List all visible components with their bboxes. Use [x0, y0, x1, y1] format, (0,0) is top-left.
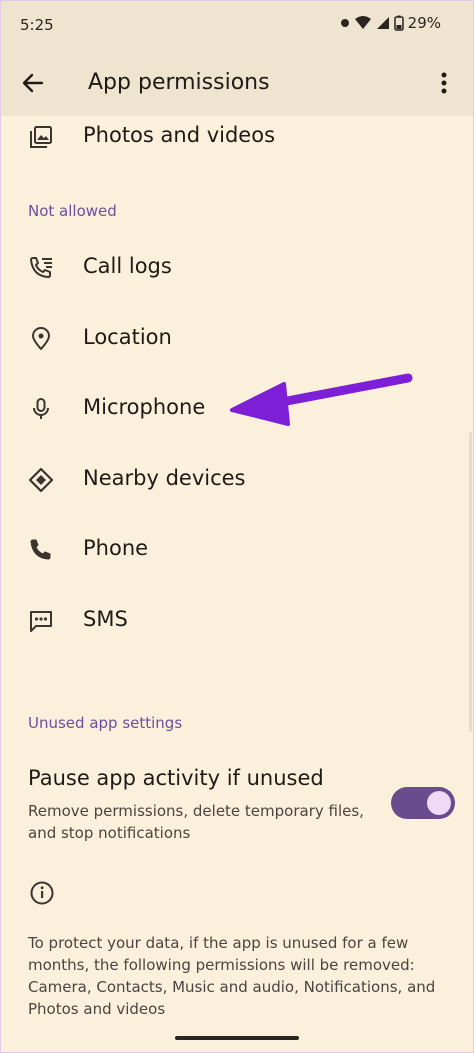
annotation-arrow-icon — [230, 373, 413, 426]
app-bar: App permissions — [0, 52, 474, 116]
sms-icon — [30, 611, 52, 632]
call-log-icon — [30, 257, 52, 278]
info-icon — [30, 881, 54, 905]
permission-item-photos-videos[interactable]: Photos and videos — [0, 109, 474, 165]
location-icon — [32, 327, 50, 350]
cellular-icon — [376, 17, 389, 29]
pause-app-activity-toggle[interactable] — [391, 787, 455, 819]
page-title: App permissions — [88, 70, 270, 95]
battery-percent: 29% — [407, 14, 441, 32]
permission-label: Microphone — [83, 395, 206, 419]
phone-icon — [30, 539, 51, 560]
scrollbar-thumb[interactable] — [469, 432, 472, 732]
nearby-devices-icon — [28, 467, 54, 493]
permission-item-location[interactable]: Location — [0, 311, 474, 367]
status-icons: 29% — [340, 14, 441, 32]
permission-label: Location — [83, 325, 172, 349]
permission-item-call-logs[interactable]: Call logs — [0, 240, 474, 296]
photos-icon — [30, 126, 52, 148]
microphone-icon — [33, 398, 49, 419]
wifi-icon — [354, 16, 371, 29]
permission-label: Photos and videos — [83, 123, 276, 147]
signal-dot-icon — [340, 19, 349, 27]
more-vert-icon — [441, 72, 447, 94]
permission-label: Call logs — [83, 254, 172, 278]
status-bar: 5:25 29% — [0, 0, 474, 52]
back-button[interactable] — [17, 67, 49, 99]
pause-app-activity-title[interactable]: Pause app activity if unused — [28, 766, 324, 790]
section-header-unused-app-settings: Unused app settings — [28, 714, 183, 732]
permission-item-nearby-devices[interactable]: Nearby devices — [0, 452, 474, 508]
info-text: To protect your data, if the app is unus… — [28, 934, 436, 1018]
more-options-button[interactable] — [428, 67, 460, 99]
permission-item-phone[interactable]: Phone — [0, 522, 474, 578]
battery-icon — [393, 15, 404, 31]
permission-label: Nearby devices — [83, 466, 246, 490]
permission-label: SMS — [83, 607, 128, 631]
status-time: 5:25 — [20, 16, 54, 34]
home-indicator[interactable] — [175, 1036, 299, 1040]
toggle-knob — [427, 791, 451, 815]
permission-label: Phone — [83, 536, 149, 560]
permission-item-sms[interactable]: SMS — [0, 593, 474, 649]
arrow-back-icon — [22, 73, 44, 93]
section-header-not-allowed: Not allowed — [28, 202, 117, 220]
pause-app-activity-subtitle: Remove permissions, delete temporary fil… — [28, 802, 364, 842]
